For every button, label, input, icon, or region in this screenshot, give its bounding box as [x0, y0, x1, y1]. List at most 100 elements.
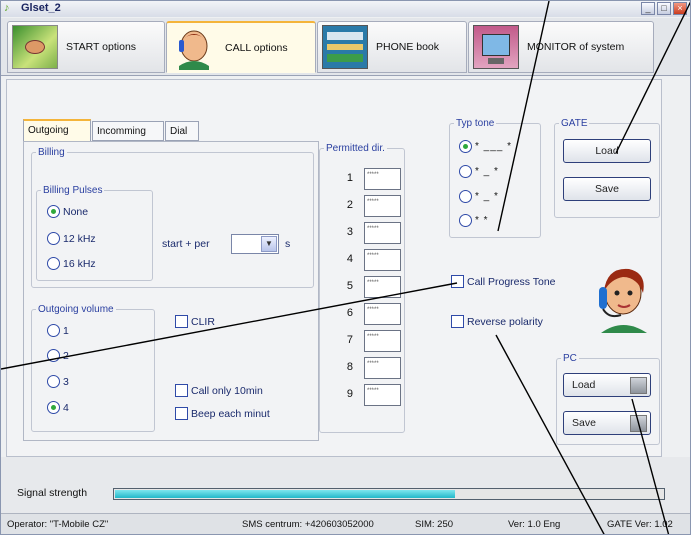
- permitted-dir-field[interactable]: *****: [364, 276, 401, 298]
- radio-label: 1: [63, 324, 69, 337]
- typ-tone-title: Typ tone: [456, 118, 495, 129]
- tab-label: START options: [66, 41, 137, 53]
- tone-pattern: * *: [475, 215, 489, 226]
- tone-1-radio[interactable]: * ___ *: [459, 140, 512, 153]
- gate-save-button[interactable]: Save: [563, 177, 651, 201]
- start-per-combo[interactable]: ▼: [231, 234, 279, 254]
- permitted-dir-field[interactable]: *****: [364, 330, 401, 352]
- chevron-down-icon: ▼: [261, 236, 277, 252]
- pc-title: PC: [563, 353, 577, 364]
- maximize-button[interactable]: □: [657, 2, 671, 15]
- status-bar: Operator: "T-Mobile CZ" SMS centrum: +42…: [1, 513, 690, 534]
- radio-dot: [459, 140, 472, 153]
- radio-label: 2: [63, 349, 69, 362]
- radio-dot: [47, 232, 60, 245]
- pc-load-button[interactable]: Load: [563, 373, 651, 397]
- billing-pulses-title: Billing Pulses: [43, 185, 103, 196]
- tab-dial[interactable]: Dial: [165, 121, 199, 141]
- operator-avatar-icon: [585, 263, 659, 336]
- beep-each-minute-checkbox[interactable]: Beep each minut: [175, 407, 270, 420]
- gate-title: GATE: [561, 118, 588, 129]
- permitted-dir-number: 6: [346, 307, 353, 319]
- clir-checkbox[interactable]: CLIR: [175, 315, 215, 328]
- disk-icon: [630, 377, 647, 394]
- permitted-dir-number: 3: [346, 226, 353, 238]
- checkbox-label: Reverse polarity: [467, 315, 543, 328]
- reverse-polarity-checkbox[interactable]: Reverse polarity: [451, 315, 543, 328]
- volume-3-radio[interactable]: 3: [47, 375, 69, 388]
- radio-label: None: [63, 205, 89, 218]
- volume-1-radio[interactable]: 1: [47, 324, 69, 337]
- tab-call-options[interactable]: CALL options: [166, 21, 316, 73]
- permitted-dir-field[interactable]: *****: [364, 195, 401, 217]
- tab-label: MONITOR of system: [527, 41, 625, 53]
- radio-dot: [47, 401, 60, 414]
- permitted-dir-number: 5: [346, 280, 353, 292]
- billing-16khz-radio[interactable]: 16 kHz: [47, 257, 96, 270]
- radio-dot: [47, 257, 60, 270]
- radio-dot: [47, 375, 60, 388]
- tone-2-radio[interactable]: * _ *: [459, 165, 499, 178]
- phonebook-icon: [322, 25, 368, 69]
- tab-monitor[interactable]: MONITOR of system: [468, 21, 654, 73]
- radio-label: 16 kHz: [63, 257, 96, 270]
- tab-label: PHONE book: [376, 41, 440, 53]
- permitted-dir-field[interactable]: *****: [364, 303, 401, 325]
- sim-status: SIM: 250: [415, 519, 454, 530]
- start-phone-icon: [12, 25, 58, 69]
- tab-incomming[interactable]: Incomming: [92, 121, 164, 141]
- permitted-dir-field[interactable]: *****: [364, 222, 401, 244]
- radio-dot: [459, 214, 472, 227]
- permitted-dir-title: Permitted dir.: [326, 143, 385, 154]
- seconds-unit: s: [285, 238, 291, 250]
- radio-dot: [47, 349, 60, 362]
- button-label: Save: [572, 417, 596, 429]
- permitted-dir-field[interactable]: *****: [364, 357, 401, 379]
- operator-status: Operator: "T-Mobile CZ": [7, 519, 109, 530]
- radio-label: 4: [63, 401, 69, 414]
- title-bar: ♪ Glset_2 _ □ ×: [1, 1, 690, 17]
- checkbox-label: Call Progress Tone: [467, 275, 556, 288]
- signal-strength-fill: [115, 490, 455, 498]
- pc-save-button[interactable]: Save: [563, 411, 651, 435]
- permitted-dir-number: 7: [346, 334, 353, 346]
- monitor-icon: [473, 25, 519, 69]
- window-title: Glset_2: [21, 2, 61, 14]
- tab-outgoing[interactable]: Outgoing: [23, 119, 91, 142]
- gate-load-button[interactable]: Load: [563, 139, 651, 163]
- call-only-10min-checkbox[interactable]: Call only 10min: [175, 384, 263, 397]
- tab-phone-book[interactable]: PHONE book: [317, 21, 467, 73]
- checkbox-box: [175, 384, 188, 397]
- permitted-dir-number: 1: [346, 172, 353, 184]
- billing-12khz-radio[interactable]: 12 kHz: [47, 232, 96, 245]
- version-status: Ver: 1.0 Eng: [508, 519, 561, 530]
- main-tab-bar: START options CALL options PHONE book MO…: [1, 18, 690, 76]
- checkbox-box: [451, 275, 464, 288]
- radio-dot: [47, 205, 60, 218]
- disk-icon: [630, 415, 647, 432]
- tone-3-radio[interactable]: * _ *: [459, 190, 499, 203]
- billing-none-radio[interactable]: None: [47, 205, 88, 218]
- window-icon: ♪: [4, 2, 10, 14]
- tone-4-radio[interactable]: * *: [459, 214, 489, 227]
- permitted-dir-field[interactable]: *****: [364, 168, 401, 190]
- permitted-dir-field[interactable]: *****: [364, 384, 401, 406]
- tab-label: CALL options: [225, 41, 288, 54]
- tone-pattern: * ___ *: [475, 141, 513, 152]
- volume-4-radio[interactable]: 4: [47, 401, 69, 414]
- call-progress-tone-checkbox[interactable]: Call Progress Tone: [451, 275, 556, 288]
- permitted-dir-number: 2: [346, 199, 353, 211]
- minimize-button[interactable]: _: [641, 2, 655, 15]
- radio-dot: [47, 324, 60, 337]
- volume-2-radio[interactable]: 2: [47, 349, 69, 362]
- sms-centrum-status: SMS centrum: +420603052000: [242, 519, 374, 530]
- close-button[interactable]: ×: [673, 2, 687, 15]
- gate-group: GATE: [554, 118, 660, 218]
- tone-pattern: * _ *: [475, 191, 499, 202]
- tab-start-options[interactable]: START options: [7, 21, 165, 73]
- gate-version-status: GATE Ver: 1.02: [607, 519, 673, 530]
- main-window: ♪ Glset_2 _ □ × START options CALL optio…: [0, 0, 691, 535]
- start-per-label: start + per: [162, 238, 210, 250]
- permitted-dir-field[interactable]: *****: [364, 249, 401, 271]
- operator-icon: [171, 26, 217, 70]
